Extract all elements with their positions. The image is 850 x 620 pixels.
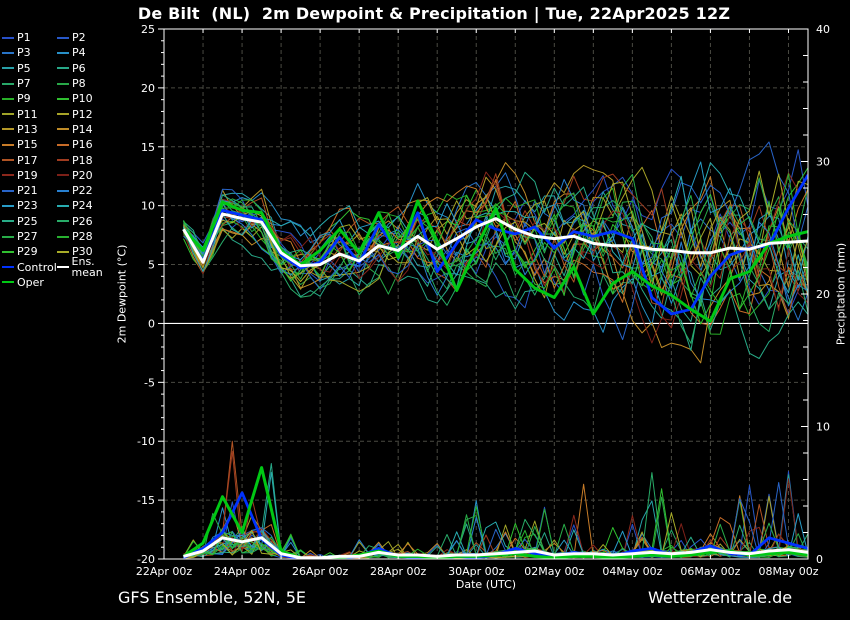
x-tick-label: 08May 00z bbox=[758, 565, 818, 578]
left-tick-label: 15 bbox=[141, 141, 155, 154]
left-tick-label: -15 bbox=[137, 494, 155, 507]
gfs-ensemble-chart: De Bilt (NL) 2m Dewpoint & Precipitation… bbox=[0, 0, 850, 620]
left-tick-label: -10 bbox=[137, 435, 155, 448]
x-tick-label: 04May 00z bbox=[602, 565, 662, 578]
left-tick-label: -5 bbox=[144, 376, 155, 389]
left-tick-label: 20 bbox=[141, 82, 155, 95]
left-tick-label: 5 bbox=[148, 259, 155, 272]
right-tick-label: 10 bbox=[816, 421, 830, 434]
x-tick-label: 26Apr 00z bbox=[292, 565, 349, 578]
x-tick-label: 24Apr 00z bbox=[214, 565, 271, 578]
x-tick-label: 02May 00z bbox=[524, 565, 584, 578]
right-tick-label: 20 bbox=[816, 288, 830, 301]
left-tick-label: 0 bbox=[148, 317, 155, 330]
left-tick-label: 10 bbox=[141, 200, 155, 213]
x-tick-label: 30Apr 00z bbox=[448, 565, 505, 578]
x-tick-label: 28Apr 00z bbox=[370, 565, 427, 578]
plot-border bbox=[163, 28, 809, 560]
right-tick-label: 30 bbox=[816, 156, 830, 169]
left-tick-label: 25 bbox=[141, 23, 155, 36]
right-tick-label: 40 bbox=[816, 23, 830, 36]
plot-canvas: 2520151050-5-10-15-2040302010022Apr 00z 2… bbox=[136, 23, 830, 578]
x-tick-label: 22Apr 00z bbox=[136, 565, 193, 578]
x-tick-label: 06May 00z bbox=[680, 565, 740, 578]
